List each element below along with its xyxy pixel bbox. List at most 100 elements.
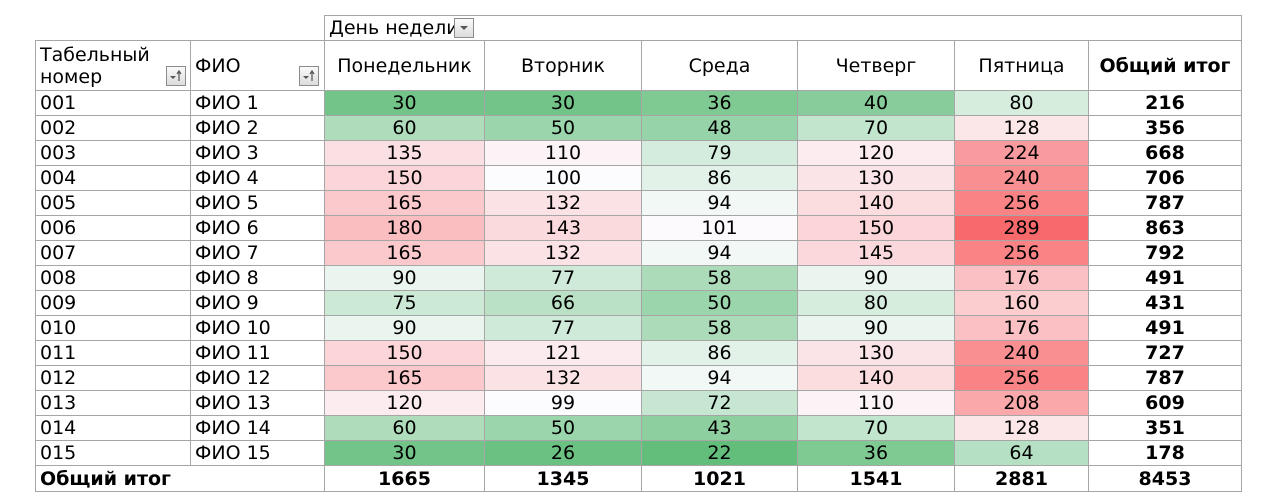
column-header-grand-total: Общий итог (1088, 40, 1242, 91)
hours-value-cell: 128 (954, 415, 1089, 441)
row-total-cell: 792 (1088, 240, 1242, 266)
hours-value-cell: 145 (797, 240, 955, 266)
sort-filter-icon (169, 69, 183, 83)
hours-value-cell: 256 (954, 365, 1089, 391)
employee-name-cell: ФИО 2 (190, 115, 325, 141)
employee-id-cell: 002 (35, 115, 191, 141)
hours-value-cell: 135 (324, 140, 485, 166)
hours-value-cell: 80 (797, 290, 955, 316)
hours-value-cell: 36 (797, 440, 955, 466)
employee-id-cell: 001 (35, 90, 191, 116)
hours-value-cell: 101 (641, 215, 798, 241)
row-header-employee-id: Табельный номер (35, 40, 191, 91)
employee-name-cell: ФИО 5 (190, 190, 325, 216)
day-filter-dropdown-button[interactable] (454, 18, 474, 38)
hours-value-cell: 256 (954, 240, 1089, 266)
hours-value-cell: 140 (797, 190, 955, 216)
row-total-cell: 351 (1088, 415, 1242, 441)
hours-value-cell: 160 (954, 290, 1089, 316)
employee-name-cell: ФИО 15 (190, 440, 325, 466)
hours-value-cell: 289 (954, 215, 1089, 241)
table-row: 011 ФИО 11 150 121 86 130 240 727 (35, 340, 1242, 366)
hours-value-cell: 70 (797, 415, 955, 441)
employee-name-cell: ФИО 12 (190, 365, 325, 391)
table-row: 012 ФИО 12 165 132 94 140 256 787 (35, 365, 1242, 391)
employee-id-cell: 011 (35, 340, 191, 366)
hours-value-cell: 50 (484, 115, 642, 141)
hours-value-cell: 64 (954, 440, 1089, 466)
hours-value-cell: 60 (324, 115, 485, 141)
hours-value-cell: 132 (484, 365, 642, 391)
row-total-cell: 863 (1088, 215, 1242, 241)
pivot-corner-cell (191, 16, 325, 41)
row-total-cell: 491 (1088, 265, 1242, 291)
column-field-label: День недели (329, 17, 459, 39)
hours-value-cell: 224 (954, 140, 1089, 166)
hours-value-cell: 72 (641, 390, 798, 416)
hours-value-cell: 140 (797, 365, 955, 391)
hours-value-cell: 99 (484, 390, 642, 416)
hours-value-cell: 75 (324, 290, 485, 316)
hours-value-cell: 176 (954, 265, 1089, 291)
hours-value-cell: 110 (797, 390, 955, 416)
employee-name-cell: ФИО 9 (190, 290, 325, 316)
column-header-day: Вторник (484, 40, 642, 91)
table-row: 009 ФИО 9 75 66 50 80 160 431 (35, 290, 1242, 316)
hours-value-cell: 240 (954, 340, 1089, 366)
employee-id-sort-button[interactable] (166, 66, 186, 86)
employee-id-cell: 003 (35, 140, 191, 166)
row-total-cell: 356 (1088, 115, 1242, 141)
column-header-day: Четверг (797, 40, 955, 91)
hours-value-cell: 22 (641, 440, 798, 466)
employee-name-cell: ФИО 4 (190, 165, 325, 191)
hours-value-cell: 86 (641, 340, 798, 366)
table-row: 007 ФИО 7 165 132 94 145 256 792 (35, 240, 1242, 266)
row-total-cell: 668 (1088, 140, 1242, 166)
employee-id-cell: 009 (35, 290, 191, 316)
column-total-cell: 2881 (954, 465, 1089, 492)
hours-value-cell: 94 (641, 190, 798, 216)
column-header-day: Среда (641, 40, 798, 91)
hours-value-cell: 77 (484, 315, 642, 341)
employee-id-cell: 012 (35, 365, 191, 391)
row-total-cell: 216 (1088, 90, 1242, 116)
row-header-fio: ФИО (190, 40, 325, 91)
hours-value-cell: 36 (641, 90, 798, 116)
row-total-cell: 491 (1088, 315, 1242, 341)
row-total-cell: 706 (1088, 165, 1242, 191)
hours-value-cell: 143 (484, 215, 642, 241)
employee-name-cell: ФИО 8 (190, 265, 325, 291)
hours-value-cell: 70 (797, 115, 955, 141)
table-row: 002 ФИО 2 60 50 48 70 128 356 (35, 115, 1242, 141)
table-row: 004 ФИО 4 150 100 86 130 240 706 (35, 165, 1242, 191)
table-row: 010 ФИО 10 90 77 58 90 176 491 (35, 315, 1242, 341)
column-total-cell: 1021 (641, 465, 798, 492)
employee-id-cell: 014 (35, 415, 191, 441)
pivot-table: День недели Табельный номер ФИО Понедель… (35, 15, 1242, 492)
hours-value-cell: 58 (641, 315, 798, 341)
hours-value-cell: 208 (954, 390, 1089, 416)
row-total-cell: 787 (1088, 190, 1242, 216)
employee-id-cell: 006 (35, 215, 191, 241)
hours-value-cell: 150 (797, 215, 955, 241)
hours-value-cell: 77 (484, 265, 642, 291)
row-total-cell: 178 (1088, 440, 1242, 466)
hours-value-cell: 26 (484, 440, 642, 466)
employee-name-cell: ФИО 13 (190, 390, 325, 416)
employee-name-cell: ФИО 6 (190, 215, 325, 241)
hours-value-cell: 130 (797, 340, 955, 366)
hours-value-cell: 150 (324, 165, 485, 191)
employee-id-cell: 007 (35, 240, 191, 266)
table-row: 008 ФИО 8 90 77 58 90 176 491 (35, 265, 1242, 291)
fio-sort-button[interactable] (299, 66, 319, 86)
hours-value-cell: 150 (324, 340, 485, 366)
employee-name-cell: ФИО 11 (190, 340, 325, 366)
hours-value-cell: 86 (641, 165, 798, 191)
row-total-cell: 727 (1088, 340, 1242, 366)
pivot-corner-cell (36, 16, 191, 41)
hours-value-cell: 90 (324, 315, 485, 341)
sort-filter-icon (302, 69, 316, 83)
hours-value-cell: 165 (324, 240, 485, 266)
hours-value-cell: 90 (797, 315, 955, 341)
employee-id-cell: 010 (35, 315, 191, 341)
